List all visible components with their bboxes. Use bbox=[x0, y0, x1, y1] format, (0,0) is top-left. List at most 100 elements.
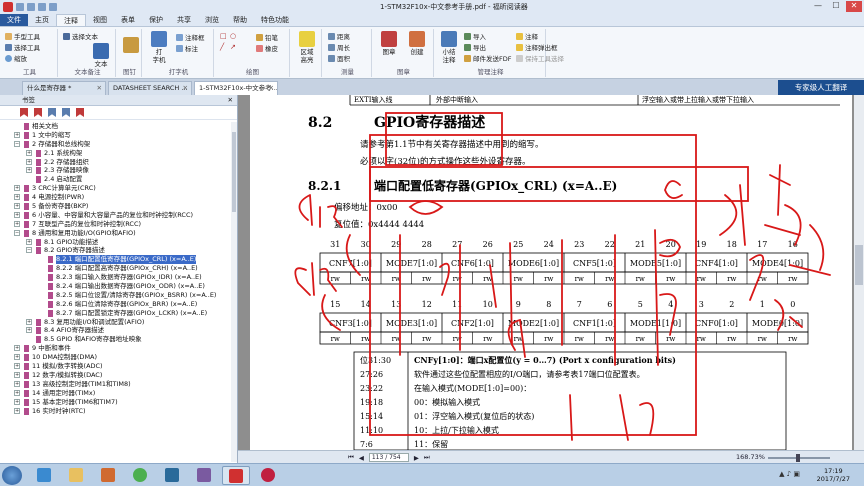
bookmark-item[interactable]: 8.2.3 端口输入数据寄存器(GPIOx_IDR) (x=A..E) bbox=[0, 273, 232, 282]
zoom-level[interactable]: 168.73% bbox=[736, 453, 765, 461]
expand-icon[interactable]: + bbox=[14, 371, 20, 378]
taskbar-app-folder[interactable] bbox=[62, 466, 90, 485]
bookmark-item[interactable]: +16 实时时钟(RTC) bbox=[0, 407, 232, 416]
circle-shape-button[interactable]: ○ bbox=[230, 32, 236, 40]
expand-icon[interactable]: + bbox=[26, 238, 32, 245]
tab-datasheet[interactable]: DATASHEET SEARCH ... ✕ bbox=[108, 81, 192, 95]
bookmark-item[interactable]: +2.2 存储器组织 bbox=[0, 158, 232, 167]
comment-box-button[interactable]: 注释框 bbox=[176, 32, 205, 42]
collapse-icon[interactable]: − bbox=[14, 229, 20, 236]
menu-form[interactable]: 表单 bbox=[114, 14, 142, 26]
bookmark-item[interactable]: +2.1 系统构架 bbox=[0, 149, 232, 158]
bookmark-item[interactable]: +8.1 GPIO功能描述 bbox=[0, 238, 232, 247]
collapse-icon[interactable]: − bbox=[26, 247, 32, 254]
zoom-slider-knob[interactable] bbox=[796, 454, 800, 462]
menu-browse[interactable]: 浏览 bbox=[198, 14, 226, 26]
next-page-icon[interactable]: ▶ bbox=[414, 454, 419, 462]
taskbar-app-tool[interactable] bbox=[190, 466, 218, 485]
taskbar-app-media[interactable] bbox=[94, 466, 122, 485]
line-shape-button[interactable]: ╱ bbox=[220, 43, 224, 51]
document-scroll-thumb[interactable] bbox=[855, 245, 863, 285]
area-button[interactable]: 面积 bbox=[328, 53, 350, 63]
document-scrollbar[interactable] bbox=[854, 95, 864, 450]
bookmark-item[interactable]: +2.3 存储器映像 bbox=[0, 166, 232, 175]
bookmark-item[interactable]: 8.5 GPIO 和AFIO寄存器地址映象 bbox=[0, 335, 232, 344]
expand-icon[interactable]: + bbox=[14, 131, 20, 138]
expand-icon[interactable]: + bbox=[14, 407, 20, 414]
text-button[interactable]: 文本 bbox=[88, 43, 114, 68]
bookmark-item[interactable]: 8.2.4 端口输出数据寄存器(GPIOx_ODR) (x=A..E) bbox=[0, 282, 232, 291]
expand-icon[interactable]: + bbox=[26, 158, 32, 165]
taskbar-app-record[interactable] bbox=[254, 466, 282, 485]
select-text-button[interactable]: 选择文本 bbox=[63, 31, 98, 41]
expand-icon[interactable]: + bbox=[14, 398, 20, 405]
export-button[interactable]: 导出 bbox=[464, 42, 486, 52]
typewriter-button[interactable]: 打字机 bbox=[146, 31, 172, 64]
tab-close-icon[interactable]: ✕ bbox=[183, 82, 188, 94]
expand-icon[interactable]: + bbox=[14, 220, 20, 227]
expand-icon[interactable]: + bbox=[26, 318, 32, 325]
bookmark-item[interactable]: 8.2.6 端口位清除寄存器(GPIOx_BRR) (x=A..E) bbox=[0, 300, 232, 309]
bookmark-item[interactable]: 8.2.7 端口配置锁定寄存器(GPIOx_LCKR) (x=A..E) bbox=[0, 309, 232, 318]
bookmark-options-icon[interactable] bbox=[76, 108, 84, 117]
close-button[interactable]: ✕ bbox=[846, 1, 862, 12]
hand-tool-button[interactable]: 手型工具 bbox=[5, 31, 40, 41]
bookmark-item[interactable]: +5 备份寄存器(BKP) bbox=[0, 202, 232, 211]
last-page-icon[interactable]: ⏭ bbox=[424, 453, 430, 462]
expand-icon[interactable]: + bbox=[26, 149, 32, 156]
bookmark-item[interactable]: 8.2.2 端口配置高寄存器(GPIOx_CRH) (x=A..E) bbox=[0, 264, 232, 273]
menu-comment[interactable]: 注释 bbox=[56, 14, 86, 26]
menu-features[interactable]: 特色功能 bbox=[254, 14, 296, 26]
bookmark-add-icon[interactable] bbox=[20, 108, 28, 117]
quick-undo-icon[interactable] bbox=[49, 3, 57, 11]
bookmark-collapse-icon[interactable] bbox=[62, 108, 70, 117]
bookmark-item[interactable]: +6 小容量、中容量和大容量产品的复位和时钟控制(RCC) bbox=[0, 211, 232, 220]
arrow-shape-button[interactable]: ↗ bbox=[230, 43, 236, 51]
rect-shape-button[interactable]: □ bbox=[220, 32, 227, 40]
expand-icon[interactable]: + bbox=[14, 380, 20, 387]
quick-save-icon[interactable] bbox=[27, 3, 35, 11]
bookmark-item[interactable]: +12 数字/模拟转换(DAC) bbox=[0, 371, 232, 380]
bookmark-item[interactable]: +8.3 复用功能I/O和调试配置(AFIO) bbox=[0, 318, 232, 327]
expand-icon[interactable]: + bbox=[14, 345, 20, 352]
bookmark-item[interactable]: 8.2.5 端口位设置/清除寄存器(GPIOx_BSRR) (x=A..E) bbox=[0, 291, 232, 300]
bookmark-item[interactable]: +9 中断和事件 bbox=[0, 344, 232, 353]
translate-button[interactable]: 专家级人工翻译 bbox=[778, 80, 864, 95]
taskbar-app-keil[interactable] bbox=[158, 466, 186, 485]
bookmark-item[interactable]: +1 文中的缩写 bbox=[0, 131, 232, 140]
quick-print-icon[interactable] bbox=[38, 3, 46, 11]
page-number-field[interactable]: 113 / 754 bbox=[368, 453, 409, 462]
taskbar-app-foxit[interactable] bbox=[222, 466, 250, 485]
expand-icon[interactable]: + bbox=[26, 167, 32, 174]
prev-page-icon[interactable]: ◀ bbox=[359, 454, 364, 462]
taskbar-app-ie[interactable] bbox=[30, 466, 58, 485]
pencil-button[interactable]: 铅笔 bbox=[256, 32, 278, 42]
menu-help[interactable]: 帮助 bbox=[226, 14, 254, 26]
tab-stm32-manual[interactable]: 1-STM32F10x-中文参考... ✕ bbox=[194, 81, 278, 95]
bookmark-item[interactable]: − 8 通用和复用功能I/O(GPIO和AFIO) bbox=[0, 229, 232, 238]
bookmark-item[interactable]: +13 高级控制定时器(TIM1和TIM8) bbox=[0, 380, 232, 389]
bookmark-expand-icon[interactable] bbox=[48, 108, 56, 117]
bookmark-item[interactable]: − 2 存储器和总线构架 bbox=[0, 140, 232, 149]
system-tray[interactable]: ▲ ♪ ▣ bbox=[779, 470, 800, 478]
expand-icon[interactable]: + bbox=[14, 194, 20, 201]
expand-icon[interactable]: + bbox=[14, 185, 20, 192]
bookmark-item[interactable]: +3 CRC计算单元(CRC) bbox=[0, 184, 232, 193]
tab-close-icon[interactable]: ✕ bbox=[97, 82, 102, 94]
comment-popup-toggle[interactable]: 注释弹出框 bbox=[516, 42, 558, 52]
expand-icon[interactable]: + bbox=[14, 389, 20, 396]
menu-protect[interactable]: 保护 bbox=[142, 14, 170, 26]
expand-icon[interactable]: + bbox=[14, 211, 20, 218]
zoom-tool-button[interactable]: 缩放 bbox=[5, 53, 27, 63]
minimize-button[interactable]: — bbox=[810, 1, 826, 12]
menu-file[interactable]: 文件 bbox=[0, 14, 28, 26]
bookmark-delete-icon[interactable] bbox=[34, 108, 42, 117]
bookmark-item[interactable]: 相关文档 bbox=[0, 122, 232, 131]
collapse-icon[interactable]: − bbox=[14, 140, 20, 147]
bookmark-item[interactable]: +10 DMA控制器(DMA) bbox=[0, 353, 232, 362]
tab-register-doc[interactable]: 什么是寄存器 * ✕ bbox=[22, 81, 106, 95]
stamp-button[interactable]: 图章 bbox=[376, 31, 402, 56]
comments-toggle[interactable]: 注释 bbox=[516, 31, 538, 41]
pin-button[interactable] bbox=[118, 37, 144, 54]
bookmark-item[interactable]: +15 基本定时器(TIM6和TIM7) bbox=[0, 398, 232, 407]
